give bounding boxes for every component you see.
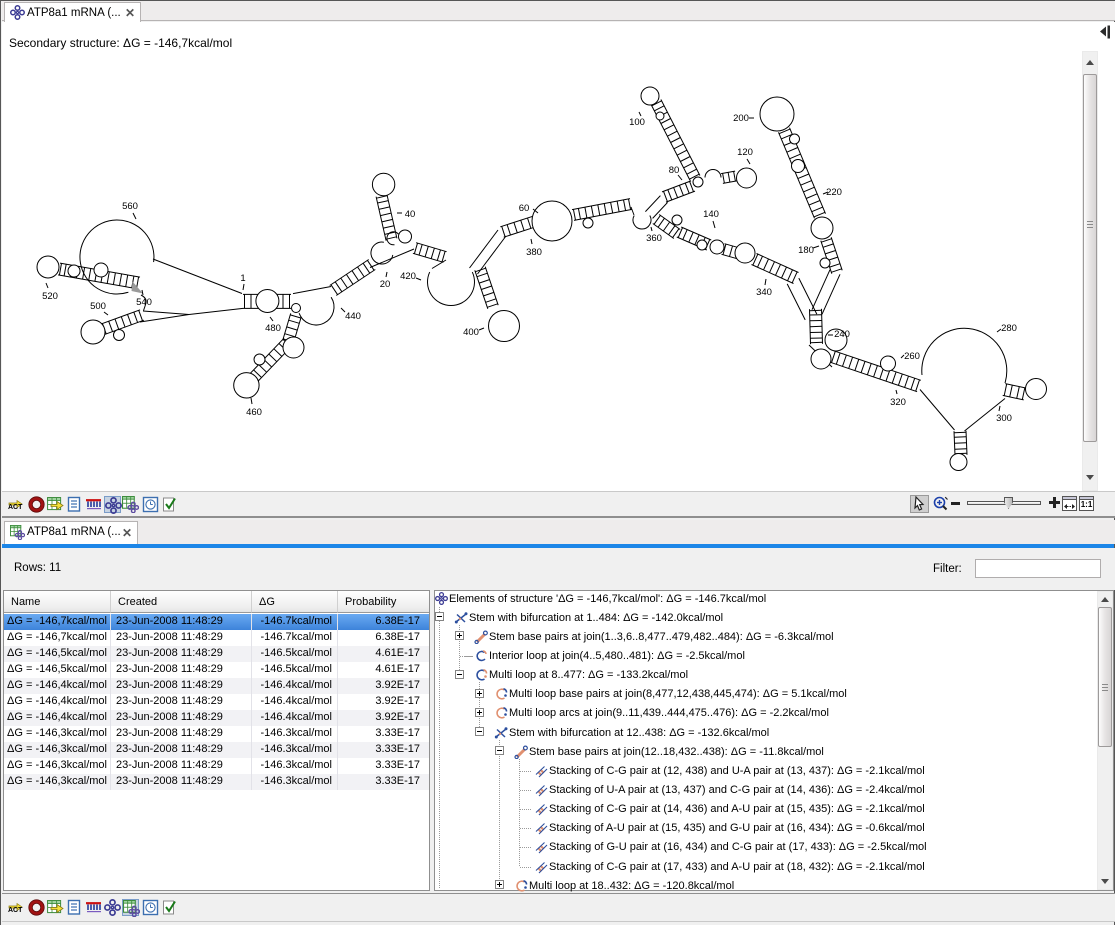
svg-text:400: 400 (463, 327, 479, 338)
svg-text:360: 360 (646, 233, 662, 244)
svg-text:380: 380 (526, 247, 542, 258)
svg-text:200: 200 (733, 113, 749, 124)
svg-text:280: 280 (1001, 323, 1017, 334)
svg-text:260: 260 (904, 351, 920, 362)
svg-text:60: 60 (519, 203, 530, 214)
svg-text:220: 220 (826, 187, 842, 198)
svg-text:340: 340 (756, 287, 772, 298)
svg-text:560: 560 (122, 201, 138, 212)
svg-text:520: 520 (42, 291, 58, 302)
svg-text:240: 240 (834, 329, 850, 340)
svg-text:140: 140 (703, 209, 719, 220)
svg-text:20: 20 (380, 279, 391, 290)
svg-text:ACT: ACT (8, 907, 23, 914)
svg-text:460: 460 (246, 407, 262, 418)
svg-text:540: 540 (136, 297, 152, 308)
svg-text:ACT: ACT (8, 504, 23, 511)
svg-text:420: 420 (400, 271, 416, 282)
svg-text:500: 500 (90, 301, 106, 312)
svg-text:100: 100 (629, 117, 645, 128)
svg-text:300: 300 (996, 413, 1012, 424)
svg-text:120: 120 (737, 147, 753, 158)
svg-text:440: 440 (345, 311, 361, 322)
svg-text:480: 480 (265, 323, 281, 334)
svg-text:40: 40 (405, 209, 416, 220)
svg-text:320: 320 (890, 397, 906, 408)
svg-text:180: 180 (798, 245, 814, 256)
svg-text:1: 1 (240, 273, 245, 284)
svg-text:80: 80 (669, 165, 680, 176)
